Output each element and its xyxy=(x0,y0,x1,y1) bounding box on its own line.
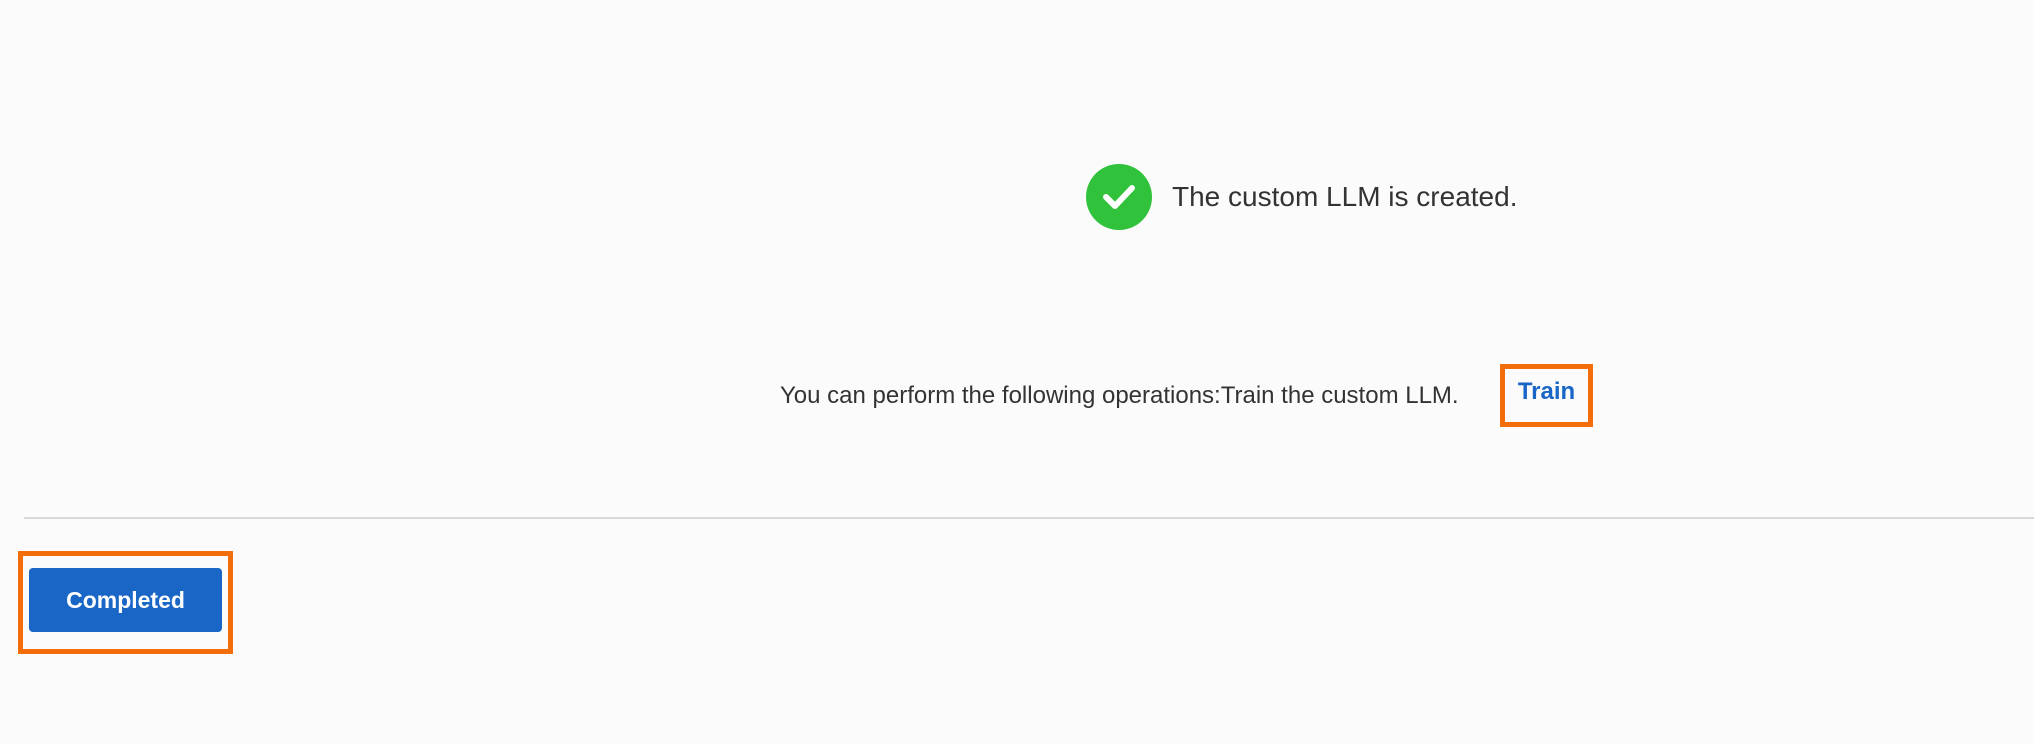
train-link-highlight: Train xyxy=(1500,364,1593,427)
completed-button-highlight: Completed xyxy=(18,551,233,654)
operations-text: You can perform the following operations… xyxy=(780,382,1459,409)
completed-button[interactable]: Completed xyxy=(29,568,222,632)
operations-row: You can perform the following operations… xyxy=(780,378,1459,414)
train-link[interactable]: Train xyxy=(1518,378,1575,406)
success-message: The custom LLM is created. xyxy=(1086,164,1517,230)
success-text: The custom LLM is created. xyxy=(1172,181,1518,212)
divider xyxy=(24,517,2034,519)
page: { "result": { "icon": "check-circle-icon… xyxy=(0,0,2034,744)
check-circle-icon xyxy=(1086,164,1152,230)
